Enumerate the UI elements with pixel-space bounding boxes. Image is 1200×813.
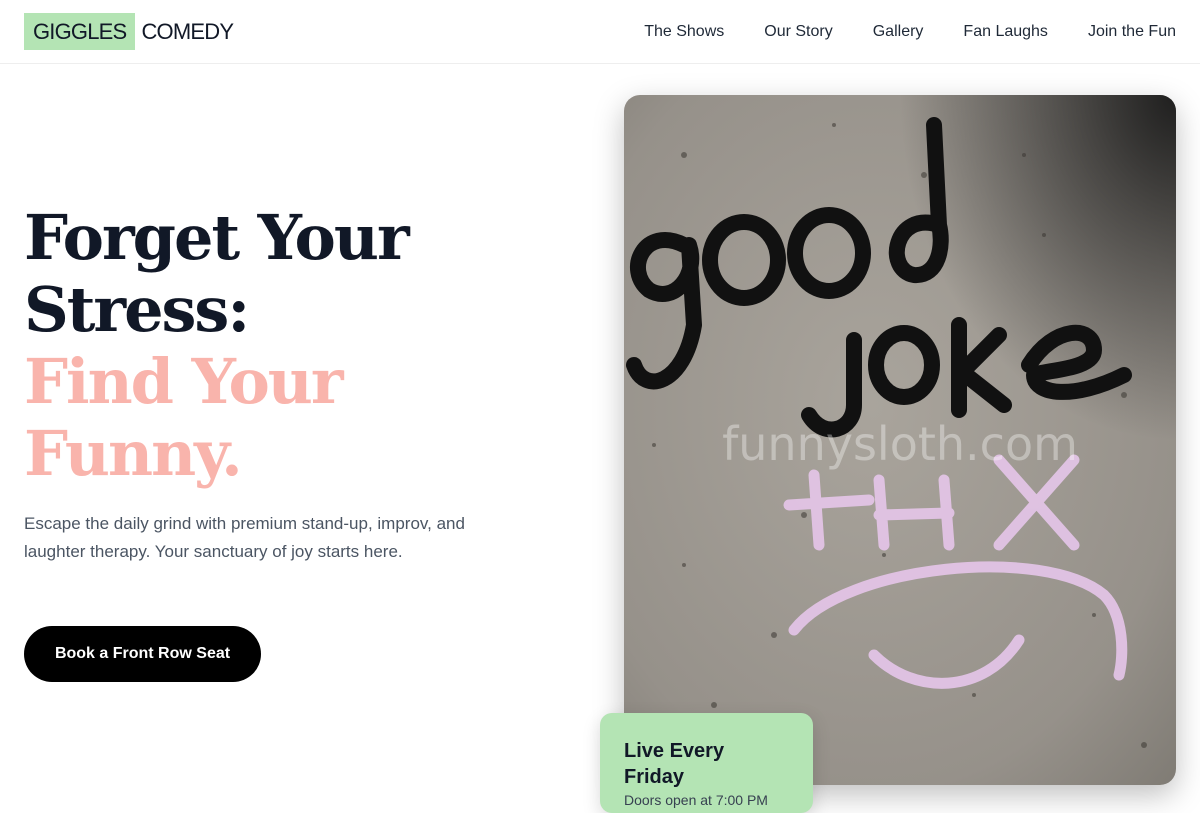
hero-subtitle: Escape the daily grind with premium stan…	[24, 514, 465, 561]
hero-title-line-1: Forget Your	[24, 201, 410, 274]
nav-link-the-shows[interactable]: The Shows	[644, 21, 724, 43]
badge-title: Live Every Friday	[624, 740, 725, 788]
badge-subtitle: Doors open at 7:00 PM	[624, 792, 768, 808]
logo-text: COMEDY	[141, 18, 234, 44]
nav-link-join-the-fun[interactable]: Join the Fun	[1088, 21, 1176, 43]
hero-title-line-3: Find Your	[24, 345, 344, 418]
nav-link-fan-laughs[interactable]: Fan Laughs	[963, 21, 1048, 43]
hero-title-line-4: Funny.	[24, 417, 243, 490]
hero-title: Forget Your Stress: Find Your Funny.	[24, 201, 410, 490]
nav-link-our-story[interactable]: Our Story	[764, 21, 832, 43]
graffiti-wall-image: funnysloth.com	[624, 95, 1176, 785]
event-badge: Live Every Friday Doors open at 7:00 PM	[600, 713, 813, 813]
hero-photo: funnysloth.com	[624, 95, 1176, 785]
logo-highlight: GIGGLES	[24, 13, 136, 50]
nav-link-gallery[interactable]: Gallery	[873, 21, 924, 43]
book-seat-button[interactable]: Book a Front Row Seat	[24, 626, 261, 682]
logo[interactable]: GIGGLES COMEDY	[24, 13, 234, 50]
watermark-text: funnysloth.com	[722, 417, 1078, 471]
hero-title-line-2: Stress:	[24, 273, 250, 346]
main-nav: The Shows Our Story Gallery Fan Laughs J…	[644, 21, 1176, 43]
site-header: GIGGLES COMEDY The Shows Our Story Galle…	[0, 0, 1200, 64]
